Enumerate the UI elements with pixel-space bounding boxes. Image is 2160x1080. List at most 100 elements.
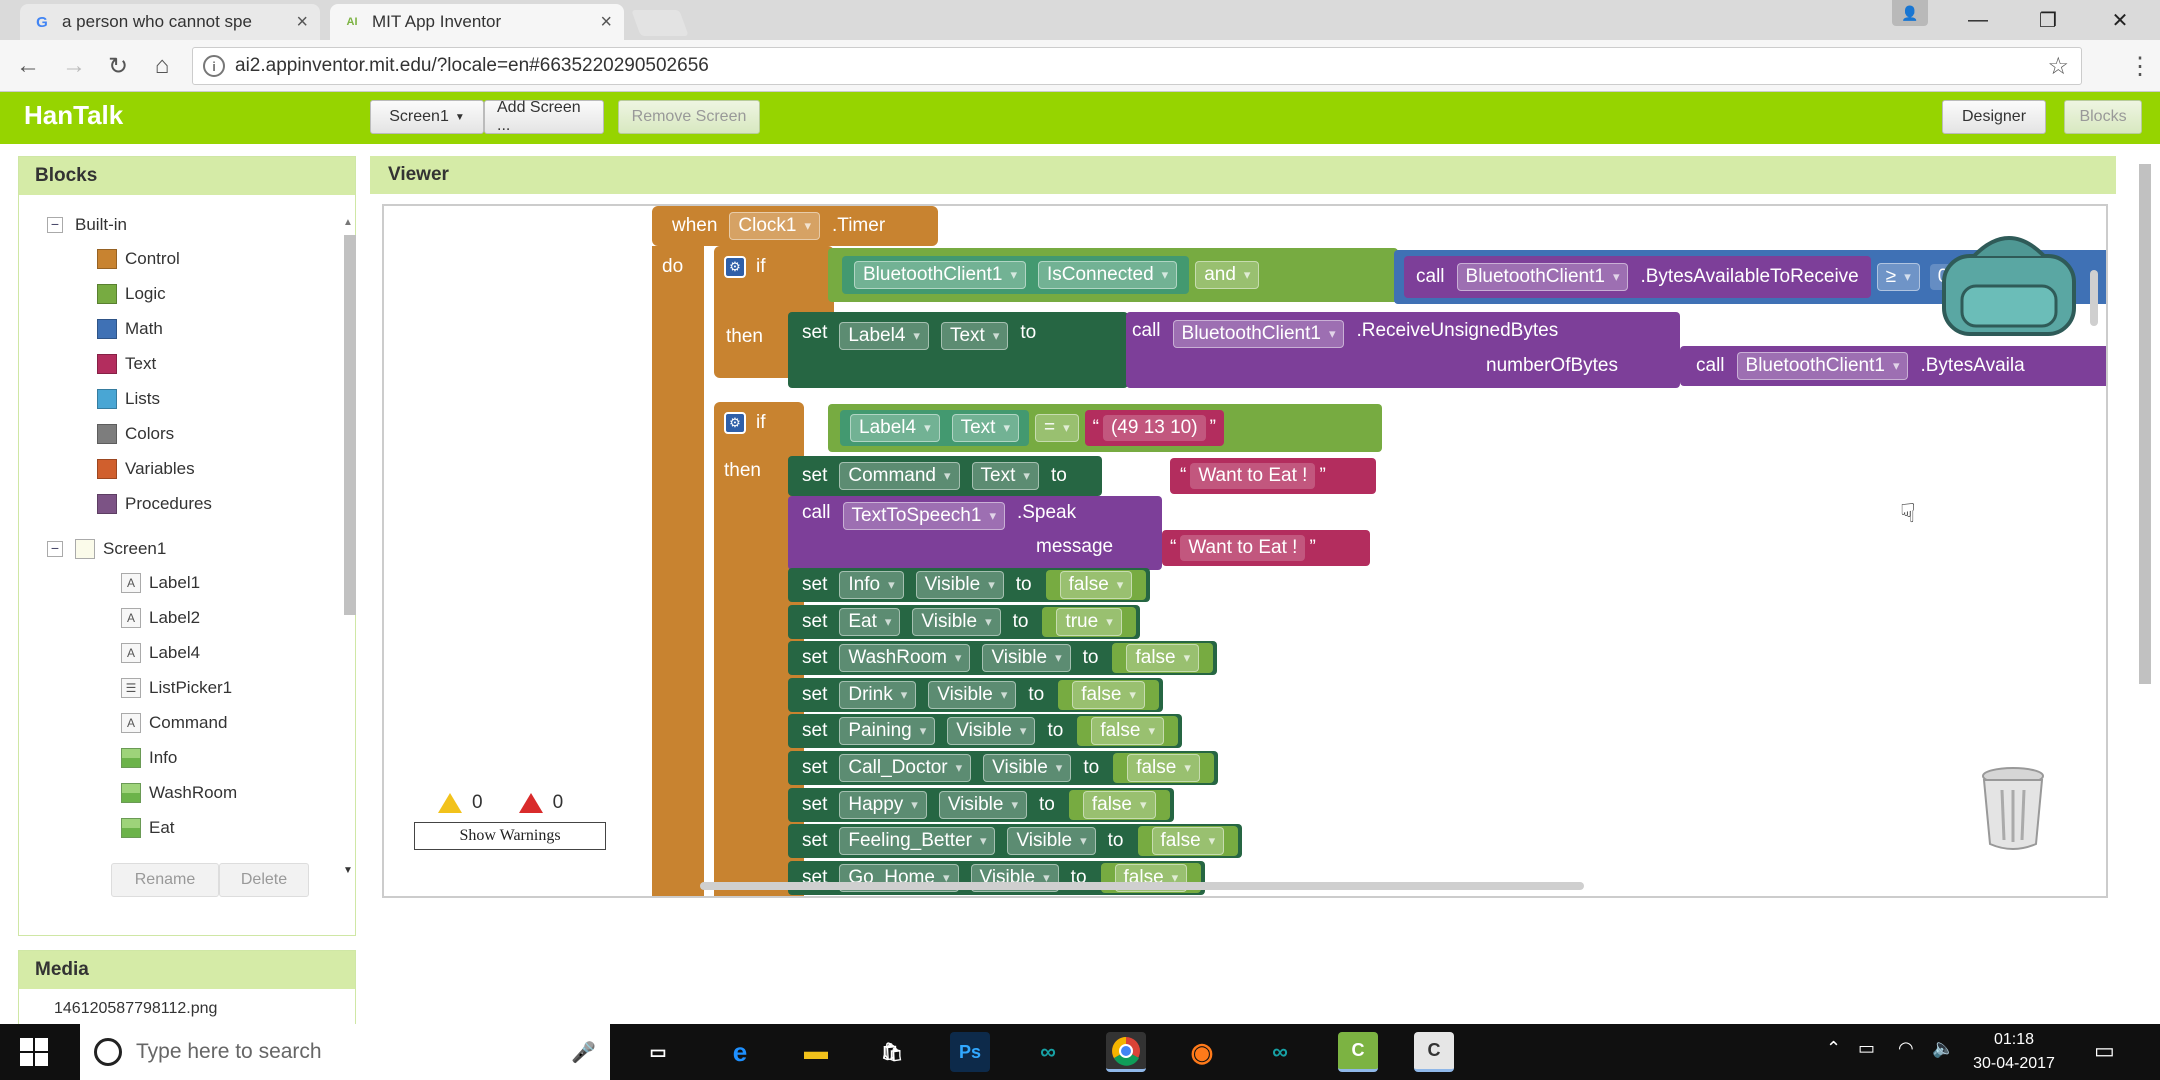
property-dropdown[interactable]: Visible: [982, 644, 1071, 673]
component-label2[interactable]: A Label2: [121, 602, 200, 634]
builtin-text[interactable]: Text: [97, 348, 156, 380]
info-icon[interactable]: i: [203, 55, 225, 77]
backpack-icon[interactable]: [1934, 226, 2084, 342]
blocks-workspace[interactable]: when Clock1 .Timer do ⚙ if then Bluetoot…: [382, 204, 2108, 898]
component-dropdown[interactable]: Drink: [839, 680, 917, 709]
chrome-icon[interactable]: [1106, 1032, 1146, 1072]
boolean-block[interactable]: false: [1112, 643, 1214, 674]
mutator-gear-icon[interactable]: ⚙: [724, 412, 746, 434]
forward-icon[interactable]: →: [56, 48, 92, 84]
property-dropdown[interactable]: Visible: [938, 790, 1027, 819]
builtin-procedures[interactable]: Procedures: [97, 488, 212, 520]
property-dropdown[interactable]: Text: [951, 414, 1019, 442]
new-tab-button[interactable]: [631, 10, 689, 36]
set-visible-block[interactable]: set Paining Visible to false: [788, 714, 1182, 749]
boolean-block[interactable]: true: [1042, 606, 1136, 637]
screen-select-button[interactable]: Screen1 ▼: [370, 100, 484, 134]
property-dropdown[interactable]: IsConnected: [1037, 261, 1178, 289]
operator-dropdown[interactable]: ≥: [1876, 263, 1920, 291]
boolean-dropdown[interactable]: false: [1072, 680, 1145, 709]
task-view-icon[interactable]: ▭: [638, 1032, 678, 1072]
builtin-lists[interactable]: Lists: [97, 383, 160, 415]
battery-icon[interactable]: ▭: [1858, 1038, 1875, 1059]
bookmark-star-icon[interactable]: ☆: [2047, 52, 2069, 81]
and-dropdown[interactable]: and: [1195, 261, 1260, 289]
component-dropdown[interactable]: BluetoothClient1: [1172, 320, 1345, 348]
compare-text-block[interactable]: Label4 Text = “(49 13 10)”: [828, 404, 1382, 452]
profile-icon[interactable]: 👤: [1892, 0, 1928, 26]
component-dropdown[interactable]: WashRoom: [839, 644, 971, 673]
boolean-block[interactable]: false: [1077, 716, 1178, 747]
windows-start-icon[interactable]: [20, 1038, 48, 1066]
builtin-colors[interactable]: Colors: [97, 418, 174, 450]
photoshop-icon[interactable]: Ps: [950, 1032, 990, 1072]
operator-dropdown[interactable]: =: [1034, 414, 1079, 442]
property-dropdown[interactable]: Visible: [983, 754, 1072, 782]
text-value[interactable]: Want to Eat !: [1180, 535, 1306, 561]
tab-google-search[interactable]: G a person who cannot spe ×: [20, 4, 320, 40]
component-command[interactable]: A Command: [121, 707, 227, 739]
show-warnings-button[interactable]: Show Warnings: [414, 822, 606, 850]
text-value[interactable]: Want to Eat !: [1190, 463, 1316, 489]
camtasia-icon[interactable]: C: [1338, 1032, 1378, 1072]
workspace-hscrollbar[interactable]: [700, 882, 1584, 890]
set-visible-block[interactable]: set WashRoom Visible to false: [788, 641, 1218, 676]
file-explorer-icon[interactable]: ▬: [796, 1032, 836, 1072]
boolean-block[interactable]: false: [1113, 753, 1214, 783]
property-dropdown[interactable]: Visible: [1007, 827, 1096, 856]
collapse-icon[interactable]: −: [47, 541, 63, 557]
restore-icon[interactable]: ❐: [2016, 0, 2080, 40]
tree-builtin[interactable]: − Built-in: [47, 209, 127, 241]
component-label1[interactable]: A Label1: [121, 567, 200, 599]
taskbar-search[interactable]: Type here to search 🎤: [80, 1024, 610, 1080]
address-bar[interactable]: i ai2.appinventor.mit.edu/?locale=en#663…: [192, 47, 2082, 85]
home-icon[interactable]: ⌂: [144, 48, 180, 84]
component-dropdown[interactable]: Call_Doctor: [839, 754, 972, 782]
blocks-button[interactable]: Blocks: [2064, 100, 2142, 134]
builtin-math[interactable]: Math: [97, 313, 163, 345]
property-dropdown[interactable]: Visible: [928, 680, 1017, 709]
component-dropdown[interactable]: Label4: [850, 414, 940, 442]
label4-text-getter[interactable]: Label4 Text: [840, 410, 1029, 446]
property-dropdown[interactable]: Text: [971, 462, 1039, 490]
set-visible-block[interactable]: set Happy Visible to false: [788, 787, 1174, 822]
close-icon[interactable]: ×: [296, 11, 308, 34]
property-dropdown[interactable]: Visible: [915, 571, 1004, 599]
text-literal[interactable]: “Want to Eat !”: [1162, 530, 1370, 566]
set-command-text[interactable]: set Command Text to: [788, 456, 1102, 496]
tree-scrollbar[interactable]: ▲ ▼: [341, 213, 359, 1033]
builtin-variables[interactable]: Variables: [97, 453, 195, 485]
boolean-dropdown[interactable]: true: [1056, 607, 1122, 636]
scroll-up-icon[interactable]: ▲: [343, 217, 353, 228]
set-label4-text[interactable]: set Label4 Text to: [788, 312, 1128, 388]
boolean-dropdown[interactable]: false: [1127, 754, 1200, 782]
tree-screen1[interactable]: − Screen1: [47, 533, 166, 565]
component-dropdown[interactable]: Info: [839, 571, 904, 599]
set-visible-block[interactable]: set Feeling_Better Visible to false: [788, 824, 1243, 859]
bytes-available-call[interactable]: call BluetoothClient1 .BytesAvailableToR…: [1404, 256, 1871, 298]
media-file[interactable]: 146120587798112.png: [54, 1000, 217, 1018]
wifi-icon[interactable]: ◠: [1898, 1038, 1914, 1059]
component-dropdown[interactable]: Happy: [839, 790, 927, 819]
component-dropdown[interactable]: BluetoothClient1: [1736, 352, 1909, 380]
component-info[interactable]: Info: [121, 742, 177, 774]
component-washroom[interactable]: WashRoom: [121, 777, 237, 809]
volume-icon[interactable]: 🔈: [1932, 1038, 1954, 1059]
boolean-dropdown[interactable]: false: [1126, 644, 1200, 673]
component-dropdown[interactable]: Label4: [839, 322, 929, 350]
mutator-gear-icon[interactable]: ⚙: [724, 256, 746, 278]
delete-button[interactable]: Delete: [219, 863, 309, 897]
taskbar-clock[interactable]: 01:18 30-04-2017: [1964, 1028, 2064, 1076]
rename-button[interactable]: Rename: [111, 863, 219, 897]
add-screen-button[interactable]: Add Screen ...: [484, 99, 604, 134]
firefox-icon[interactable]: ◉: [1182, 1032, 1222, 1072]
component-dropdown[interactable]: BluetoothClient1: [1456, 263, 1629, 291]
property-dropdown[interactable]: Visible: [912, 607, 1001, 636]
scrollbar-thumb[interactable]: [344, 235, 356, 615]
boolean-dropdown[interactable]: false: [1082, 790, 1156, 819]
page-scrollbar[interactable]: [2136, 164, 2154, 684]
and-block[interactable]: BluetoothClient1 IsConnected and: [828, 248, 1398, 302]
arduino-icon[interactable]: ∞: [1028, 1032, 1068, 1072]
trash-icon[interactable]: [1978, 764, 2048, 852]
set-visible-block[interactable]: set Eat Visible to true: [788, 604, 1140, 639]
